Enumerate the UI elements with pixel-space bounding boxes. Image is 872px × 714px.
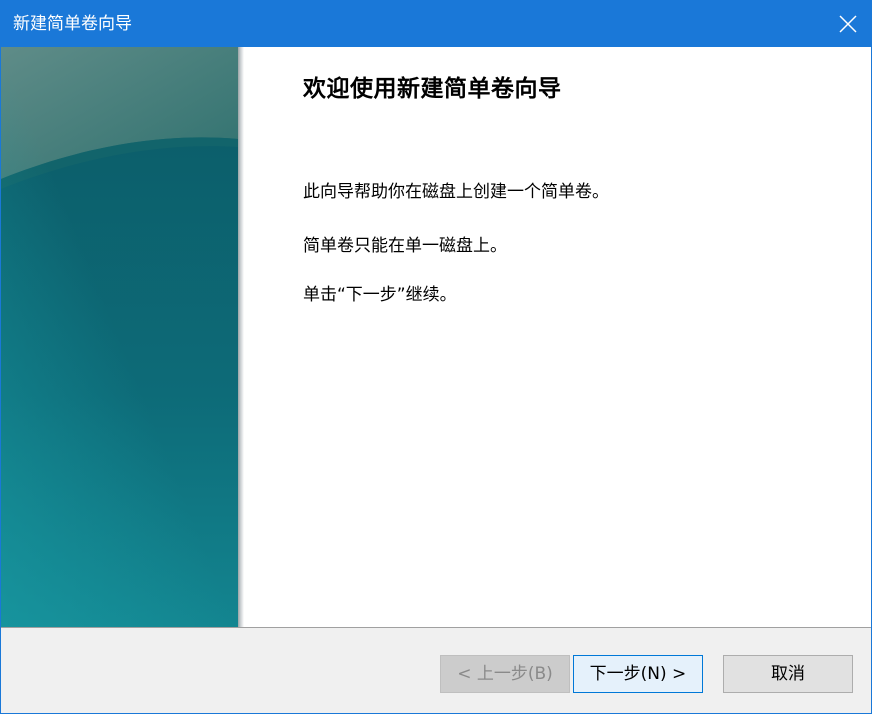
cancel-button[interactable]: 取消 xyxy=(723,655,853,693)
back-button[interactable]: < 上一步(B) xyxy=(440,655,570,693)
title-bar: 新建简单卷向导 xyxy=(1,1,871,47)
wizard-body: 欢迎使用新建简单卷向导 此向导帮助你在磁盘上创建一个简单卷。 简单卷只能在单一磁… xyxy=(1,47,871,627)
wizard-window: 新建简单卷向导 欢迎使用新建简单卷向导 此向导帮助你在磁盘上创建一个简单卷。 简… xyxy=(0,0,872,714)
banner-graphic xyxy=(1,47,238,627)
banner-divider xyxy=(238,47,244,627)
window-title: 新建简单卷向导 xyxy=(13,14,132,34)
wizard-side-banner xyxy=(1,47,238,627)
instruction-text: 单击“下一步”继续。 xyxy=(303,285,457,305)
next-button[interactable]: 下一步(N) > xyxy=(573,655,703,693)
page-title: 欢迎使用新建简单卷向导 xyxy=(303,76,562,102)
intro-text: 此向导帮助你在磁盘上创建一个简单卷。 xyxy=(303,182,609,202)
close-icon xyxy=(839,15,857,33)
button-bar: < 上一步(B) 下一步(N) > 取消 xyxy=(1,627,871,713)
close-button[interactable] xyxy=(825,1,871,47)
info-text: 简单卷只能在单一磁盘上。 xyxy=(303,236,507,256)
